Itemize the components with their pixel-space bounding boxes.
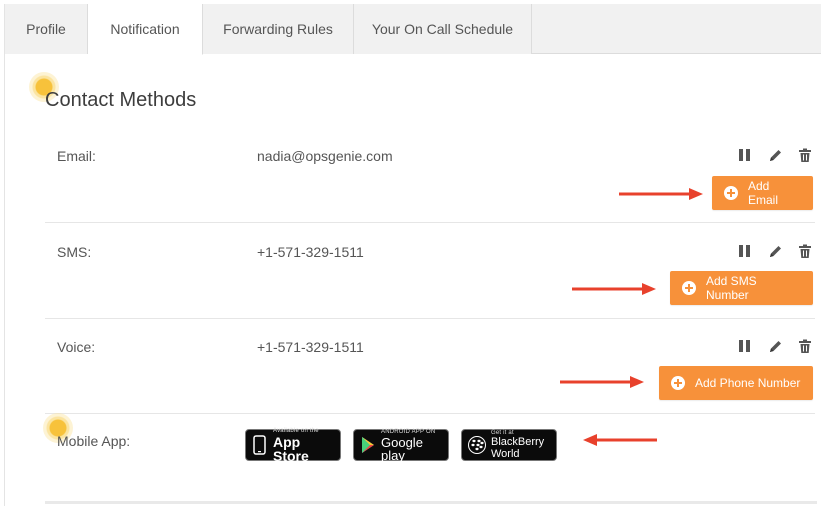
blackberry-world-badge[interactable]: Get it at BlackBerry World — [461, 429, 557, 461]
row-divider — [45, 222, 815, 223]
trash-icon[interactable] — [797, 243, 813, 259]
add-sms-label: Add SMS Number — [706, 274, 757, 302]
badge-caption: ANDROID APP ON — [381, 428, 436, 435]
tab-forwarding-rules[interactable]: Forwarding Rules — [203, 4, 354, 54]
row-divider — [45, 318, 815, 319]
annotation-arrow — [560, 376, 644, 388]
add-phone-number-button[interactable]: Add Phone Number — [659, 366, 813, 400]
add-phone-label: Add Phone Number — [695, 376, 801, 390]
pause-icon[interactable] — [737, 338, 753, 354]
method-label: Voice: — [57, 339, 96, 355]
pause-icon[interactable] — [737, 147, 753, 163]
trash-icon[interactable] — [797, 338, 813, 354]
plus-circle-icon — [682, 281, 696, 295]
google-play-icon — [362, 437, 374, 453]
annotation-arrow — [619, 188, 703, 200]
annotation-arrow — [583, 434, 657, 446]
add-email-button[interactable]: Add Email — [712, 176, 813, 210]
apple-icon — [253, 435, 266, 455]
tab-profile[interactable]: Profile — [5, 4, 88, 54]
method-label: Email: — [57, 148, 96, 164]
method-value: nadia@opsgenie.com — [257, 148, 393, 164]
blackberry-icon — [468, 436, 486, 454]
contact-method-voice: Voice: +1-571-329-1511 Add Phone Number — [45, 331, 813, 411]
badge-store-name: BlackBerry — [491, 436, 545, 448]
section-bottom-border — [45, 501, 817, 504]
badge-store-name: Google play — [381, 434, 423, 463]
badge-store-name-line2: World — [491, 448, 520, 460]
badge-store-name: App Store — [273, 433, 309, 464]
contact-method-email: Email: nadia@opsgenie.com Add Email — [45, 140, 813, 220]
settings-panel: Profile Notification Forwarding Rules Yo… — [4, 4, 821, 506]
section-title: Contact Methods — [45, 89, 197, 111]
tab-notification[interactable]: Notification — [88, 4, 203, 55]
google-play-badge[interactable]: ANDROID APP ON Google play — [353, 428, 449, 463]
app-store-badge[interactable]: Available on the App Store — [245, 427, 341, 464]
tab-on-call-schedule[interactable]: Your On Call Schedule — [354, 4, 532, 54]
trash-icon[interactable] — [797, 147, 813, 163]
row-actions — [737, 147, 813, 163]
method-value: +1-571-329-1511 — [257, 244, 364, 260]
plus-circle-icon — [724, 186, 738, 200]
row-actions — [737, 243, 813, 259]
annotation-arrow — [572, 283, 656, 295]
pause-icon[interactable] — [737, 243, 753, 259]
pencil-icon[interactable] — [767, 338, 783, 354]
row-actions — [737, 338, 813, 354]
add-email-label: Add Email — [748, 179, 779, 207]
mobile-app-label: Mobile App: — [57, 433, 131, 449]
pencil-icon[interactable] — [767, 147, 783, 163]
add-sms-number-button[interactable]: Add SMS Number — [670, 271, 813, 305]
tab-bar: Profile Notification Forwarding Rules Yo… — [5, 4, 821, 55]
method-value: +1-571-329-1511 — [257, 339, 364, 355]
plus-circle-icon — [671, 376, 685, 390]
contact-method-sms: SMS: +1-571-329-1511 Add SMS Number — [45, 236, 813, 316]
badge-caption: Available on the — [273, 427, 319, 434]
method-label: SMS: — [57, 244, 92, 260]
pencil-icon[interactable] — [767, 243, 783, 259]
row-divider — [45, 413, 815, 414]
